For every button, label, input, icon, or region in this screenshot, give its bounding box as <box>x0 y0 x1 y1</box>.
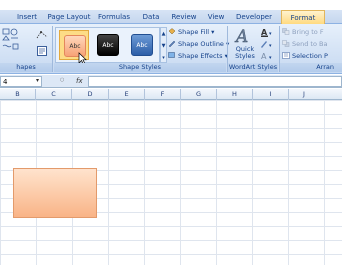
insert-function-icon[interactable]: fx <box>76 76 86 87</box>
tab-data[interactable]: Data <box>138 10 164 24</box>
send-to-back-button[interactable]: Send to Ba <box>282 39 327 49</box>
tab-format[interactable]: Format <box>281 10 325 25</box>
selection-pane-button[interactable]: Selection P <box>282 51 328 61</box>
tab-review[interactable]: Review <box>168 10 200 24</box>
shape-outline-button[interactable]: Shape Outline ▾ <box>168 39 229 49</box>
ribbon: hapes Abc Abc Abc ▲ ▼ ▾ Shape Fill ▾ Sha… <box>0 24 342 74</box>
rectangle-shape[interactable] <box>13 168 97 218</box>
column-header[interactable]: B <box>0 89 36 100</box>
formula-input[interactable] <box>88 76 342 87</box>
ribbon-tab-bar: Insert Page Layout Formulas Data Review … <box>0 10 342 25</box>
pen-icon <box>168 40 176 48</box>
tab-view[interactable]: View <box>204 10 228 24</box>
column-header[interactable]: H <box>217 89 253 100</box>
name-box-dropdown-icon[interactable]: ▾ <box>36 77 39 84</box>
shape-style-thumb-black[interactable]: Abc <box>93 30 123 60</box>
shape-style-thumb-blue[interactable]: Abc <box>127 30 157 60</box>
chevron-down-icon[interactable]: ▼ <box>161 40 166 52</box>
text-outline-icon[interactable]: ▾ <box>260 39 274 49</box>
column-header[interactable]: J <box>289 89 342 100</box>
column-header[interactable]: C <box>36 89 72 100</box>
wordart-a-icon: A <box>234 27 249 47</box>
shape-styles-group-label: Shape Styles <box>54 63 226 72</box>
svg-text:▾: ▾ <box>269 31 272 37</box>
formula-bar: 4 ▾ ○ fx <box>0 75 342 88</box>
tab-page-layout[interactable]: Page Layout <box>46 10 92 24</box>
svg-text:▾: ▾ <box>269 43 272 49</box>
bring-to-front-button[interactable]: Bring to F <box>282 27 324 37</box>
tab-developer[interactable]: Developer <box>232 10 276 24</box>
column-header[interactable]: E <box>109 89 145 100</box>
shape-styles-gallery: Abc Abc Abc <box>55 27 160 63</box>
shape-fill-button[interactable]: Shape Fill ▾ <box>168 27 214 37</box>
quick-styles-button[interactable]: A Quick Styles <box>232 26 258 62</box>
arrange-group-label: Arran <box>280 63 342 72</box>
shape-fill-label: Shape Fill <box>178 28 210 36</box>
text-effects-icon[interactable]: A ▾ <box>260 51 274 61</box>
paint-bucket-icon <box>168 28 176 35</box>
selection-pane-label: Selection P <box>292 52 328 60</box>
shape-effects-button[interactable]: Shape Effects ▾ <box>168 51 228 61</box>
group-separator <box>52 26 53 72</box>
shape-effects-label: Shape Effects <box>178 52 223 60</box>
text-fill-icon[interactable]: A ▾ <box>260 27 274 37</box>
send-backward-icon <box>282 40 290 47</box>
svg-text:A: A <box>261 52 267 61</box>
svg-text:A: A <box>234 27 248 44</box>
tab-insert[interactable]: Insert <box>12 10 42 24</box>
text-box-icon[interactable] <box>37 46 47 56</box>
column-header[interactable]: F <box>145 89 181 100</box>
column-header[interactable]: I <box>253 89 289 100</box>
shape-style-thumb-label: Abc <box>131 34 153 56</box>
insert-shapes-gallery[interactable] <box>2 28 26 58</box>
send-to-back-label: Send to Ba <box>292 40 328 48</box>
shapes-group-label: hapes <box>0 63 52 72</box>
tab-formulas[interactable]: Formulas <box>96 10 132 24</box>
svg-text:▾: ▾ <box>269 55 272 61</box>
gallery-scroll[interactable]: ▲ ▼ ▾ <box>160 27 167 63</box>
shape-outline-label: Shape Outline <box>178 40 224 48</box>
bring-forward-icon <box>282 28 290 35</box>
shapes-icon <box>2 28 19 50</box>
window-top-strip <box>0 0 342 10</box>
column-headers: B C D E F G H I J <box>0 89 342 100</box>
bring-to-front-label: Bring to F <box>292 28 324 36</box>
edit-shape-icon[interactable] <box>36 30 48 40</box>
selection-pane-icon <box>282 52 290 59</box>
wordart-styles-group-label: WordArt Styles <box>228 63 278 72</box>
quick-styles-label-2: Styles <box>235 52 255 60</box>
column-header[interactable]: G <box>181 89 217 100</box>
shape-style-thumb-label: Abc <box>97 34 119 56</box>
effects-icon <box>168 52 176 59</box>
column-header[interactable]: D <box>72 89 109 100</box>
chevron-up-icon[interactable]: ▲ <box>161 28 166 40</box>
formula-bar-splitter[interactable]: ○ <box>60 77 64 83</box>
